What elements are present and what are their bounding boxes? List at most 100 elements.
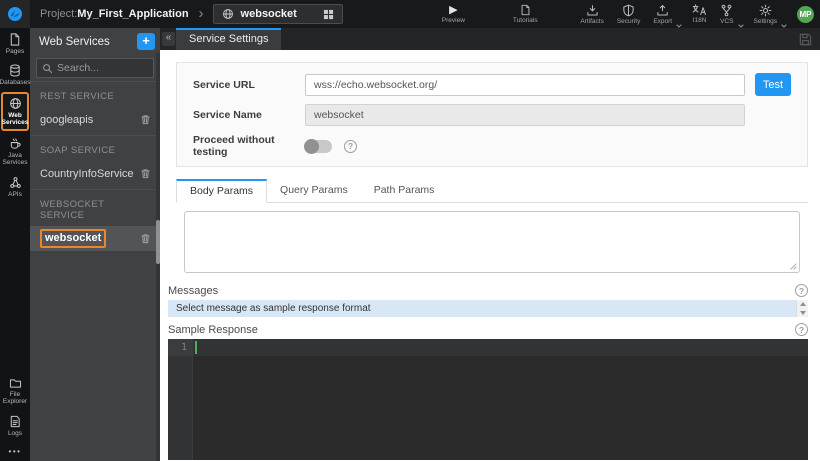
rail-spacer: [0, 202, 30, 372]
sidebar-item-label: Java Services: [0, 152, 30, 167]
editor-active-line: [193, 339, 808, 356]
project-label: Project:: [40, 8, 77, 20]
folder-icon: [9, 378, 22, 389]
sidebar-item-apis[interactable]: APIs: [0, 171, 30, 202]
security-button[interactable]: Security: [614, 0, 643, 28]
service-name: CountryInfoService: [40, 168, 140, 180]
trash-icon[interactable]: [140, 114, 151, 126]
gear-icon: [759, 4, 772, 17]
editor-caret: [195, 341, 197, 354]
wavemaker-logo[interactable]: [0, 0, 30, 28]
help-icon[interactable]: ?: [795, 284, 808, 297]
vcs-button[interactable]: VCS: [717, 0, 743, 28]
security-label: Security: [617, 18, 640, 25]
messages-select-text: Select message as sample response format: [168, 303, 371, 314]
collapse-panel-button[interactable]: «: [162, 32, 175, 46]
sidebar-item-label: File Explorer: [0, 391, 30, 406]
service-url-label: Service URL: [193, 79, 305, 91]
settings-button[interactable]: Settings: [751, 0, 788, 28]
sidebar-item-file-explorer[interactable]: File Explorer: [0, 373, 30, 410]
tutorials-button[interactable]: Tutorials: [510, 0, 541, 28]
service-settings-content: Service URL Test Service Name Proceed wi…: [160, 50, 820, 461]
app-window: Project:My_First_Application › websocket…: [0, 0, 820, 461]
api-nodes-icon: [9, 176, 22, 189]
project-name: My_First_Application: [77, 8, 188, 20]
coffee-icon: [9, 137, 22, 150]
editor-tab-bar: « Service Settings: [160, 28, 820, 50]
i18n-button[interactable]: I18N: [689, 0, 710, 28]
service-row-countryinfoservice[interactable]: CountryInfoService: [30, 161, 160, 186]
proceed-toggle[interactable]: [305, 140, 332, 153]
sidebar-item-databases[interactable]: Databases: [0, 59, 30, 90]
help-icon[interactable]: ?: [795, 323, 808, 336]
scroll-down-icon[interactable]: [800, 311, 806, 315]
sidebar-item-logs[interactable]: Logs: [0, 410, 30, 441]
tab-query-params[interactable]: Query Params: [267, 179, 361, 202]
search-input[interactable]: [36, 58, 154, 78]
tab-path-params[interactable]: Path Params: [361, 179, 448, 202]
document-icon: [520, 4, 531, 16]
floppy-save-icon[interactable]: [798, 32, 813, 47]
tab-body-params[interactable]: Body Params: [176, 179, 267, 203]
sidebar-item-pages[interactable]: Pages: [0, 28, 30, 59]
export-button[interactable]: Export: [650, 0, 682, 28]
service-url-input[interactable]: [305, 74, 745, 96]
resize-grip-icon[interactable]: [789, 262, 797, 270]
sidebar-item-label: Databases: [0, 79, 31, 86]
selected-service-annotation: websocket: [40, 229, 106, 248]
sidebar-item-label: Web Services: [2, 112, 29, 127]
messages-select-list[interactable]: Select message as sample response format: [168, 300, 808, 317]
section-header-websocket: WEBSOCKET SERVICE: [30, 189, 160, 226]
settings-label: Settings: [754, 18, 778, 25]
service-row-googleapis[interactable]: googleapis: [30, 107, 160, 132]
preview-button[interactable]: ▶ Preview: [439, 0, 468, 28]
left-nav-rail: Pages Databases Web Services Java Servic…: [0, 28, 30, 461]
panel-scrollbar-thumb[interactable]: [156, 220, 160, 264]
sample-response-header-row: Sample Response ?: [168, 323, 808, 336]
active-service-name: websocket: [241, 8, 297, 20]
service-name-label: Service Name: [193, 109, 305, 121]
sidebar-item-web-services[interactable]: Web Services: [1, 92, 29, 131]
sample-response-code-editor[interactable]: 1: [168, 339, 808, 460]
user-avatar[interactable]: MP: [797, 6, 814, 23]
service-row-websocket[interactable]: websocket: [30, 226, 160, 251]
sidebar-item-label: Pages: [6, 48, 24, 55]
service-form-panel: Service URL Test Service Name Proceed wi…: [176, 62, 808, 167]
test-button[interactable]: Test: [755, 73, 791, 96]
web-services-panel: Web Services + REST SERVICE googleapis S…: [30, 28, 160, 461]
grid-icon[interactable]: [323, 9, 334, 20]
page-icon: [9, 33, 21, 46]
artifacts-label: Artifacts: [580, 18, 603, 25]
tab-service-settings[interactable]: Service Settings: [176, 28, 281, 50]
messages-scrollbar[interactable]: [796, 300, 808, 317]
section-header-soap: SOAP SERVICE: [30, 135, 160, 161]
translate-icon: [692, 4, 707, 16]
service-search: [36, 58, 154, 78]
topbar-right-group: Artifacts Security Export: [577, 0, 820, 28]
editor-code-area[interactable]: [193, 339, 808, 460]
rail-overflow-button[interactable]: •••: [0, 441, 30, 461]
main-area: « Service Settings Service URL Test Serv…: [160, 28, 820, 461]
add-service-button[interactable]: +: [137, 33, 155, 50]
log-file-icon: [9, 415, 21, 428]
scroll-up-icon[interactable]: [800, 302, 806, 306]
sidebar-item-java-services[interactable]: Java Services: [0, 132, 30, 171]
tutorials-label: Tutorials: [513, 17, 538, 24]
active-service-tab[interactable]: websocket: [213, 4, 343, 24]
panel-title: Web Services: [39, 36, 137, 48]
globe-icon: [9, 97, 22, 110]
vcs-label: VCS: [720, 18, 733, 25]
breadcrumb-chevron-icon: ›: [199, 5, 204, 22]
sample-response-label: Sample Response: [168, 324, 258, 336]
search-icon: [42, 63, 53, 74]
trash-icon[interactable]: [140, 233, 151, 245]
artifacts-button[interactable]: Artifacts: [577, 0, 606, 28]
body-params-textarea[interactable]: [184, 211, 800, 273]
messages-label: Messages: [168, 285, 218, 297]
export-label: Export: [653, 18, 672, 25]
messages-header-row: Messages ?: [168, 284, 808, 297]
trash-icon[interactable]: [140, 168, 151, 180]
help-icon[interactable]: ?: [344, 140, 357, 153]
proceed-without-testing-label: Proceed without testing: [193, 134, 305, 158]
git-branch-icon: [720, 4, 733, 17]
